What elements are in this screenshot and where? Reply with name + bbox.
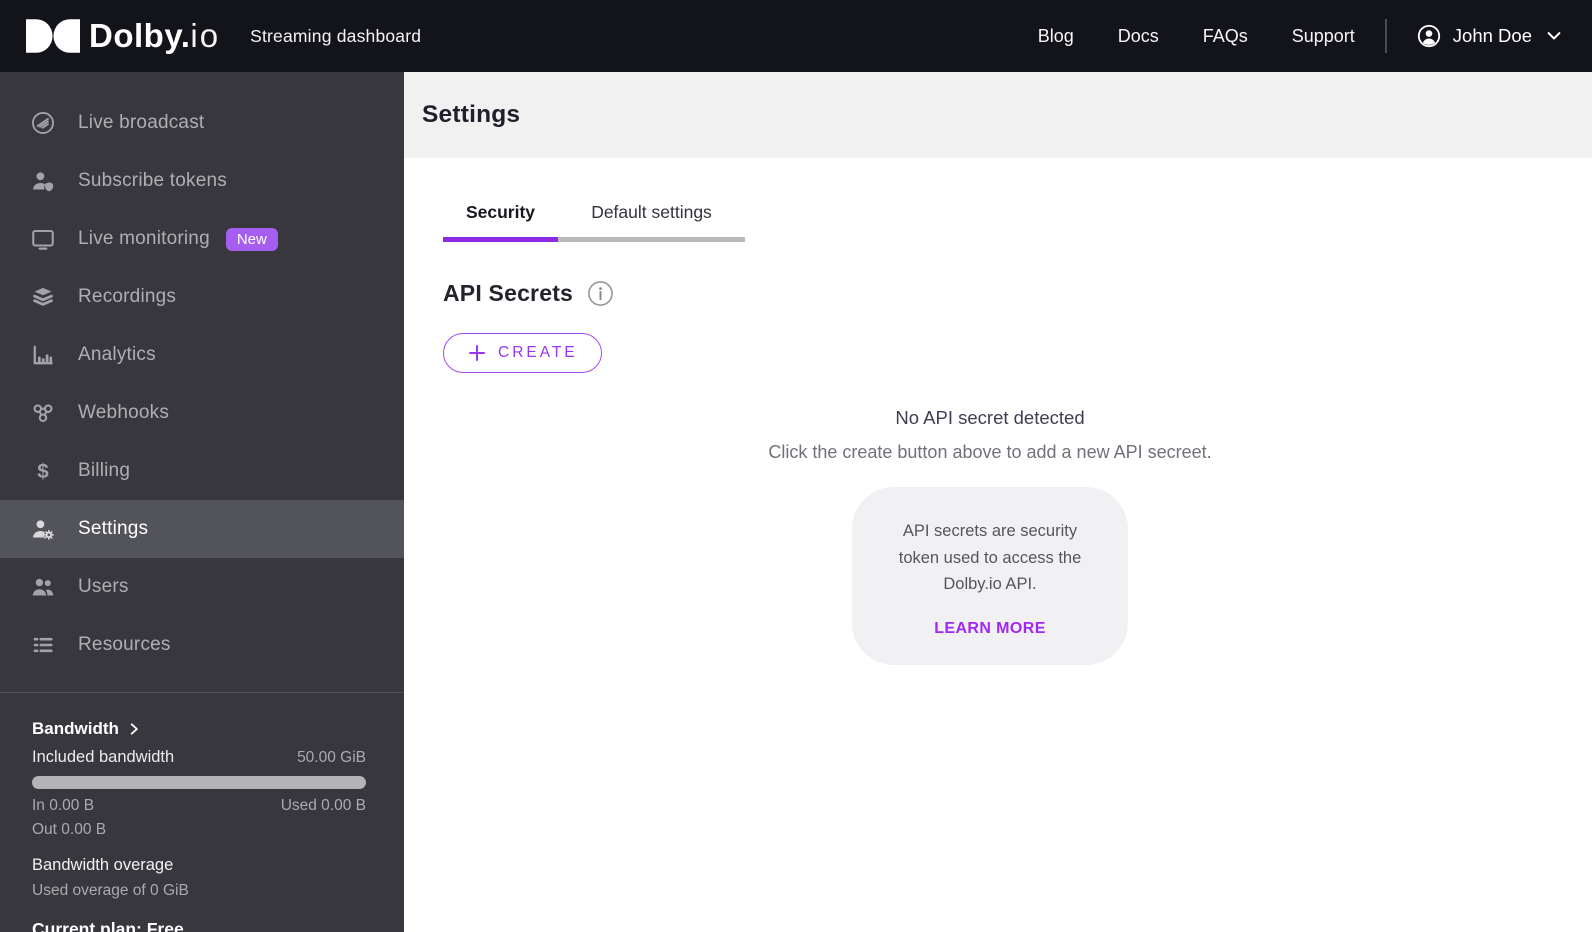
bandwidth-link[interactable]: Bandwidth [32, 719, 366, 739]
chevron-down-icon [1547, 32, 1561, 40]
list-icon [30, 632, 56, 658]
sidebar-item-label: Recordings [78, 286, 177, 307]
page-title: Settings [422, 101, 521, 128]
tab-default-settings[interactable]: Default settings [558, 202, 745, 242]
dollar-icon: $ [30, 458, 56, 484]
bandwidth-overage-title: Bandwidth overage [32, 856, 174, 874]
broadcast-icon [30, 110, 56, 136]
wordmark-light: io [190, 17, 221, 54]
user-name: John Doe [1452, 25, 1532, 46]
sidebar-item-label: Live monitoring [78, 228, 210, 249]
included-bandwidth-label: Included bandwidth [32, 748, 175, 766]
page-title-bar: Settings [404, 72, 1592, 158]
sidebar-item-resources[interactable]: Resources [0, 616, 404, 674]
sidebar-item-settings[interactable]: Settings [0, 500, 404, 558]
api-secrets-hint-card: API secrets are security token used to a… [852, 487, 1128, 665]
sidebar-item-live-monitoring[interactable]: Live monitoring New [0, 210, 404, 268]
sidebar-nav: Live broadcast Subscribe tokens Live mon… [0, 72, 404, 674]
person-shield-icon [30, 168, 56, 194]
create-button[interactable]: CREATE [443, 333, 602, 373]
sidebar-item-users[interactable]: Users [0, 558, 404, 616]
brand-wordmark: Dolby. io [89, 17, 220, 55]
nav-link-faqs[interactable]: FAQs [1203, 26, 1248, 47]
sidebar-item-recordings[interactable]: Recordings [0, 268, 404, 326]
sidebar-item-subscribe-tokens[interactable]: Subscribe tokens [0, 152, 404, 210]
bandwidth-used-value: Used 0.00 B [280, 797, 366, 814]
sidebar-item-webhooks[interactable]: Webhooks [0, 384, 404, 442]
sidebar-item-label: Webhooks [78, 402, 170, 423]
empty-state-subtitle: Click the create button above to add a n… [768, 442, 1212, 462]
bandwidth-overage-detail: Used overage of 0 GiB [32, 882, 189, 899]
included-bandwidth-value: 50.00 GiB [297, 749, 366, 766]
sidebar-item-billing[interactable]: $ Billing [0, 442, 404, 500]
dolby-logo-icon [26, 19, 80, 53]
hint-card-text: API secrets are security token used to a… [898, 522, 1082, 593]
empty-state-title: No API secret detected [895, 407, 1085, 428]
nav-link-support[interactable]: Support [1292, 26, 1355, 47]
sidebar-item-label: Billing [78, 460, 131, 481]
settings-content: Security Default settings API Secrets CR… [404, 158, 1592, 665]
person-gear-icon [30, 516, 56, 542]
new-badge: New [225, 227, 278, 251]
app-title: Streaming dashboard [250, 25, 422, 46]
learn-more-link[interactable]: LEARN MORE [934, 620, 1046, 638]
api-secrets-title: API Secrets [443, 280, 574, 306]
tab-bar: Security Default settings [443, 202, 1537, 242]
sidebar-item-label: Analytics [78, 344, 156, 365]
bandwidth-in-value: In 0.00 B [32, 797, 95, 814]
bar-chart-icon [30, 342, 56, 368]
layers-icon [30, 284, 56, 310]
header-divider [1384, 19, 1387, 53]
chevron-right-icon [130, 723, 138, 735]
top-nav: Blog Docs FAQs Support [1038, 26, 1355, 47]
sidebar-item-analytics[interactable]: Analytics [0, 326, 404, 384]
tab-underline [558, 237, 745, 242]
user-menu[interactable]: John Doe [1417, 24, 1564, 48]
current-plan-label: Current plan: Free [32, 919, 184, 932]
user-circle-icon [1417, 24, 1440, 48]
top-bar: Dolby. io Streaming dashboard Blog Docs F… [0, 0, 1592, 72]
sidebar-item-label: Live broadcast [78, 112, 205, 133]
create-button-label: CREATE [498, 344, 578, 361]
bandwidth-progress-bar [32, 776, 366, 789]
sidebar-item-label: Subscribe tokens [78, 170, 227, 191]
info-icon[interactable] [587, 280, 614, 307]
usage-panel: Bandwidth Included bandwidth 50.00 GiB I… [0, 692, 404, 932]
main-area: Settings Security Default settings API S… [404, 72, 1592, 932]
nav-link-docs[interactable]: Docs [1118, 26, 1159, 47]
sidebar-item-label: Users [78, 576, 129, 597]
bandwidth-out-value: Out 0.00 B [32, 821, 107, 838]
monitor-icon [30, 226, 56, 252]
tab-underline [443, 237, 558, 242]
plus-icon [469, 345, 485, 361]
wordmark-bold: Dolby. [89, 17, 191, 54]
tab-label: Default settings [591, 202, 712, 222]
empty-state: No API secret detected Click the create … [443, 407, 1537, 665]
bandwidth-title: Bandwidth [32, 719, 119, 738]
sidebar-item-live-broadcast[interactable]: Live broadcast [0, 94, 404, 152]
sidebar-item-label: Resources [78, 634, 171, 655]
brand: Dolby. io Streaming dashboard [26, 17, 421, 55]
sidebar-item-label: Settings [78, 518, 149, 539]
tab-security[interactable]: Security [443, 202, 558, 242]
webhook-icon [30, 400, 56, 426]
nav-link-blog[interactable]: Blog [1038, 26, 1074, 47]
svg-text:$: $ [37, 460, 49, 483]
people-icon [30, 574, 56, 600]
sidebar: Live broadcast Subscribe tokens Live mon… [0, 72, 404, 932]
tab-label: Security [465, 202, 536, 222]
